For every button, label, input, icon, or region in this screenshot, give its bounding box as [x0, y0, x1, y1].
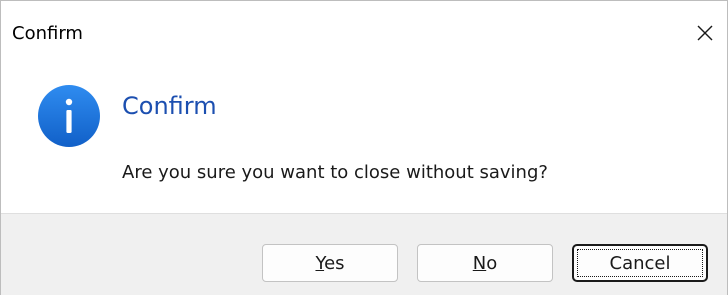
close-button[interactable] [685, 13, 725, 53]
button-bar: Yes No Cancel [1, 213, 727, 295]
yes-button[interactable]: Yes [262, 244, 398, 282]
info-icon [38, 85, 100, 147]
no-button-label: No [472, 252, 498, 274]
close-icon [697, 25, 713, 41]
title-bar: Confirm [1, 1, 727, 61]
window-title: Confirm [12, 23, 83, 44]
cancel-button[interactable]: Cancel [572, 244, 708, 282]
confirm-dialog: Confirm Confirm Are you sure you want to… [0, 0, 728, 295]
dialog-message: Are you sure you want to close without s… [122, 162, 548, 183]
no-button[interactable]: No [417, 244, 553, 282]
yes-button-label: Yes [315, 252, 345, 274]
cancel-button-label: Cancel [609, 252, 671, 274]
dialog-heading: Confirm [122, 92, 217, 120]
